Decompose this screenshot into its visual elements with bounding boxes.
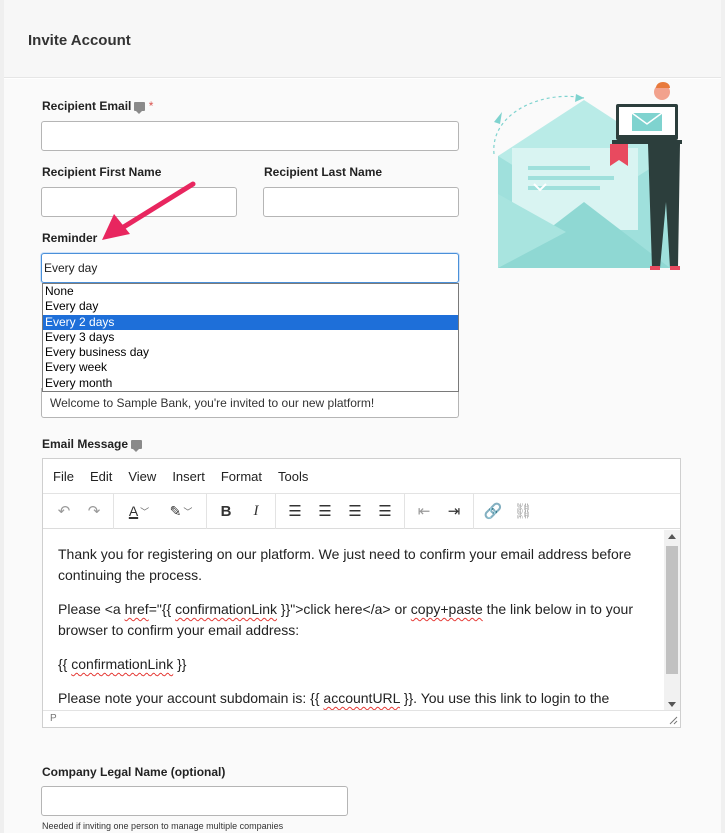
editor-paragraph: Please note your account subdomain is: {… xyxy=(58,688,649,709)
toolbar-divider xyxy=(473,493,474,529)
company-help-text: Needed if inviting one person to manage … xyxy=(42,821,284,831)
recipient-email-label: Recipient Email * xyxy=(42,99,154,115)
menu-tools[interactable]: Tools xyxy=(278,469,308,484)
text-color-icon[interactable]: A ﹀ xyxy=(118,498,160,524)
scroll-thumb[interactable] xyxy=(666,546,678,674)
redo-icon[interactable]: ↷ xyxy=(79,498,109,524)
toolbar-divider xyxy=(404,493,405,529)
annotation-arrow xyxy=(102,181,196,240)
editor-paragraph: Please <a href="{{ confirmationLink }}">… xyxy=(58,599,649,641)
highlight-color-icon[interactable]: ✎ ﹀ xyxy=(160,498,202,524)
align-right-icon[interactable]: ☰ xyxy=(340,498,370,524)
menu-insert[interactable]: Insert xyxy=(172,469,205,484)
undo-icon[interactable]: ↶ xyxy=(49,498,79,524)
company-legal-name-label: Company Legal Name (optional) xyxy=(42,765,226,779)
spellcheck-word: href xyxy=(124,601,149,617)
invite-illustration xyxy=(493,82,682,270)
reminder-option-every-day[interactable]: Every day xyxy=(43,299,458,314)
info-icon[interactable] xyxy=(131,440,143,453)
indent-icon[interactable]: ⇥ xyxy=(439,498,469,524)
first-name-label: Recipient First Name xyxy=(42,165,162,179)
invite-account-page: Invite Account Recipient Email * Recipie… xyxy=(0,0,725,833)
menu-edit[interactable]: Edit xyxy=(90,469,112,484)
bold-icon[interactable]: B xyxy=(211,498,241,524)
paragraph-text: Thank you for registering on our platfor… xyxy=(58,546,632,583)
element-path[interactable]: P xyxy=(50,713,57,724)
info-icon[interactable] xyxy=(134,102,146,115)
editor-content[interactable]: Thank you for registering on our platfor… xyxy=(43,530,664,710)
toolbar-divider xyxy=(113,493,114,529)
reminder-option-every-week[interactable]: Every week xyxy=(43,360,458,375)
company-legal-name-input[interactable] xyxy=(41,786,348,816)
align-center-icon[interactable]: ☰ xyxy=(310,498,340,524)
recipient-email-label-text: Recipient Email xyxy=(42,99,132,113)
rich-text-editor: File Edit View Insert Format Tools ↶ ↷ A… xyxy=(42,458,681,728)
editor-statusbar: P xyxy=(43,710,680,727)
reminder-option-every-3-days[interactable]: Every 3 days xyxy=(43,330,458,345)
editor-toolbar: ↶ ↷ A ﹀ ✎ ﹀ B I ☰ ☰ ☰ ☰ ⇤ ⇥ 🔗 ⛓ xyxy=(43,493,680,529)
paragraph-text: }}. You use this link to login to the xyxy=(399,690,610,706)
email-message-label-text: Email Message xyxy=(42,437,129,451)
toolbar-divider xyxy=(275,493,276,529)
scroll-up-arrow-icon[interactable] xyxy=(668,534,676,539)
reminder-option-none[interactable]: None xyxy=(43,284,458,299)
align-left-icon[interactable]: ☰ xyxy=(280,498,310,524)
align-justify-icon[interactable]: ☰ xyxy=(370,498,400,524)
page-title: Invite Account xyxy=(28,32,131,49)
last-name-input[interactable] xyxy=(263,187,459,217)
editor-scrollbar[interactable] xyxy=(664,530,680,711)
menu-file[interactable]: File xyxy=(53,469,74,484)
paragraph-text: ="{{ xyxy=(148,601,176,617)
paragraph-text: {{ xyxy=(58,656,72,672)
scroll-down-arrow-icon[interactable] xyxy=(668,702,676,707)
spellcheck-word: confirmationLink xyxy=(71,656,174,672)
paragraph-text: Please note your account subdomain is: {… xyxy=(58,690,324,706)
editor-paragraph: {{ confirmationLink }} xyxy=(58,654,649,675)
italic-icon[interactable]: I xyxy=(241,498,271,524)
reminder-select[interactable]: Every day xyxy=(41,253,459,283)
required-mark: * xyxy=(148,99,154,113)
last-name-label: Recipient Last Name xyxy=(264,165,383,179)
paragraph-text: }} xyxy=(173,656,187,672)
recipient-email-input[interactable] xyxy=(41,121,459,151)
paragraph-text: }}">click here</a> or xyxy=(277,601,411,617)
menu-format[interactable]: Format xyxy=(221,469,262,484)
modal-header: Invite Account xyxy=(4,0,721,78)
spellcheck-word: accountURL xyxy=(323,690,400,706)
outdent-icon[interactable]: ⇤ xyxy=(409,498,439,524)
spellcheck-word: confirmationLink xyxy=(175,601,278,617)
email-message-label: Email Message xyxy=(42,437,143,453)
spellcheck-word: copy+paste xyxy=(410,601,483,617)
resize-handle-icon[interactable] xyxy=(669,716,678,725)
subject-input[interactable]: Welcome to Sample Bank, you're invited t… xyxy=(41,388,459,418)
reminder-option-every-month[interactable]: Every month xyxy=(43,376,458,391)
paragraph-text: Please <a xyxy=(58,601,125,617)
link-icon[interactable]: 🔗 xyxy=(478,498,508,524)
editor-menubar: File Edit View Insert Format Tools xyxy=(43,459,680,494)
editor-paragraph: Thank you for registering on our platfor… xyxy=(58,544,649,586)
reminder-label: Reminder xyxy=(42,231,98,245)
reminder-option-every-business-day[interactable]: Every business day xyxy=(43,345,458,360)
menu-view[interactable]: View xyxy=(128,469,156,484)
unlink-icon[interactable]: ⛓ xyxy=(508,498,538,524)
reminder-dropdown[interactable]: None Every day Every 2 days Every 3 days… xyxy=(42,283,459,392)
toolbar-divider xyxy=(206,493,207,529)
right-scrollbar-rail xyxy=(721,0,725,833)
reminder-option-every-2-days[interactable]: Every 2 days xyxy=(43,314,458,330)
